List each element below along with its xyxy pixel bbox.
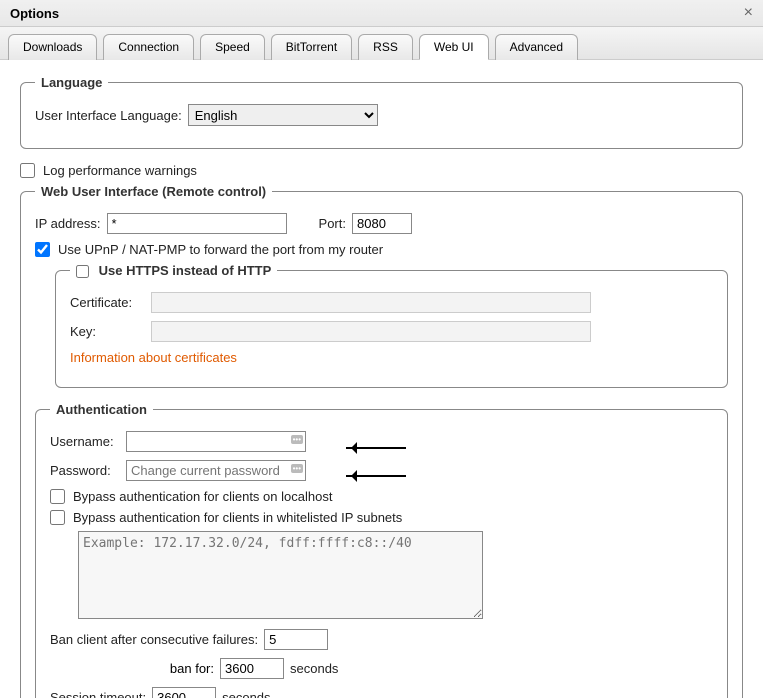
port-label: Port: <box>319 216 346 231</box>
ban-after-label: Ban client after consecutive failures: <box>50 632 258 647</box>
password-input[interactable] <box>126 460 306 481</box>
ban-after-input[interactable] <box>264 629 328 650</box>
https-legend-text: Use HTTPS instead of HTTP <box>99 263 272 278</box>
tab-rss[interactable]: RSS <box>358 34 413 60</box>
key-input[interactable] <box>151 321 591 342</box>
session-timeout-input[interactable] <box>152 687 216 698</box>
port-input[interactable] <box>352 213 412 234</box>
webui-fieldset: Web User Interface (Remote control) IP a… <box>20 184 743 698</box>
username-input[interactable] <box>126 431 306 452</box>
window-title: Options <box>10 6 59 21</box>
language-legend: Language <box>35 75 108 90</box>
ban-for-input[interactable] <box>220 658 284 679</box>
tab-bittorrent[interactable]: BitTorrent <box>271 34 352 60</box>
bypass-whitelist-checkbox[interactable] <box>50 510 65 525</box>
tab-downloads[interactable]: Downloads <box>8 34 97 60</box>
language-fieldset: Language User Interface Language: Englis… <box>20 75 743 149</box>
ban-for-seconds: seconds <box>290 661 338 676</box>
session-timeout-label: Session timeout: <box>50 690 146 698</box>
ban-for-label: ban for: <box>50 661 214 676</box>
log-performance-checkbox[interactable] <box>20 163 35 178</box>
content-area: Language User Interface Language: Englis… <box>0 60 763 698</box>
language-label: User Interface Language: <box>35 108 182 123</box>
tab-speed[interactable]: Speed <box>200 34 265 60</box>
ip-label: IP address: <box>35 216 101 231</box>
webui-legend: Web User Interface (Remote control) <box>35 184 272 199</box>
https-legend: Use HTTPS instead of HTTP <box>70 263 277 278</box>
username-label: Username: <box>50 434 120 449</box>
session-seconds: seconds <box>222 690 270 698</box>
arrow-annotation-2 <box>346 475 406 477</box>
auth-fieldset: Authentication Username: ••• Password: •… <box>35 402 728 698</box>
upnp-label: Use UPnP / NAT-PMP to forward the port f… <box>58 242 383 257</box>
input-suggest-icon: ••• <box>291 435 303 444</box>
input-suggest-icon-2: ••• <box>291 464 303 473</box>
tab-connection[interactable]: Connection <box>103 34 194 60</box>
ip-input[interactable] <box>107 213 287 234</box>
language-select[interactable]: English <box>188 104 378 126</box>
close-icon[interactable]: × <box>744 4 753 22</box>
tab-advanced[interactable]: Advanced <box>495 34 578 60</box>
key-label: Key: <box>70 324 145 339</box>
tabs-bar: Downloads Connection Speed BitTorrent RS… <box>0 27 763 60</box>
subnets-textarea[interactable] <box>78 531 483 619</box>
arrow-annotation-1 <box>346 447 406 449</box>
bypass-whitelist-label: Bypass authentication for clients in whi… <box>73 510 402 525</box>
certificate-input[interactable] <box>151 292 591 313</box>
cert-info-link[interactable]: Information about certificates <box>70 350 237 365</box>
log-performance-label: Log performance warnings <box>43 163 197 178</box>
https-checkbox[interactable] <box>76 265 89 278</box>
certificate-label: Certificate: <box>70 295 145 310</box>
bypass-localhost-label: Bypass authentication for clients on loc… <box>73 489 332 504</box>
password-label: Password: <box>50 463 120 478</box>
upnp-checkbox[interactable] <box>35 242 50 257</box>
auth-legend: Authentication <box>50 402 153 417</box>
https-fieldset: Use HTTPS instead of HTTP Certificate: K… <box>55 263 728 388</box>
tab-webui[interactable]: Web UI <box>419 34 489 60</box>
bypass-localhost-checkbox[interactable] <box>50 489 65 504</box>
